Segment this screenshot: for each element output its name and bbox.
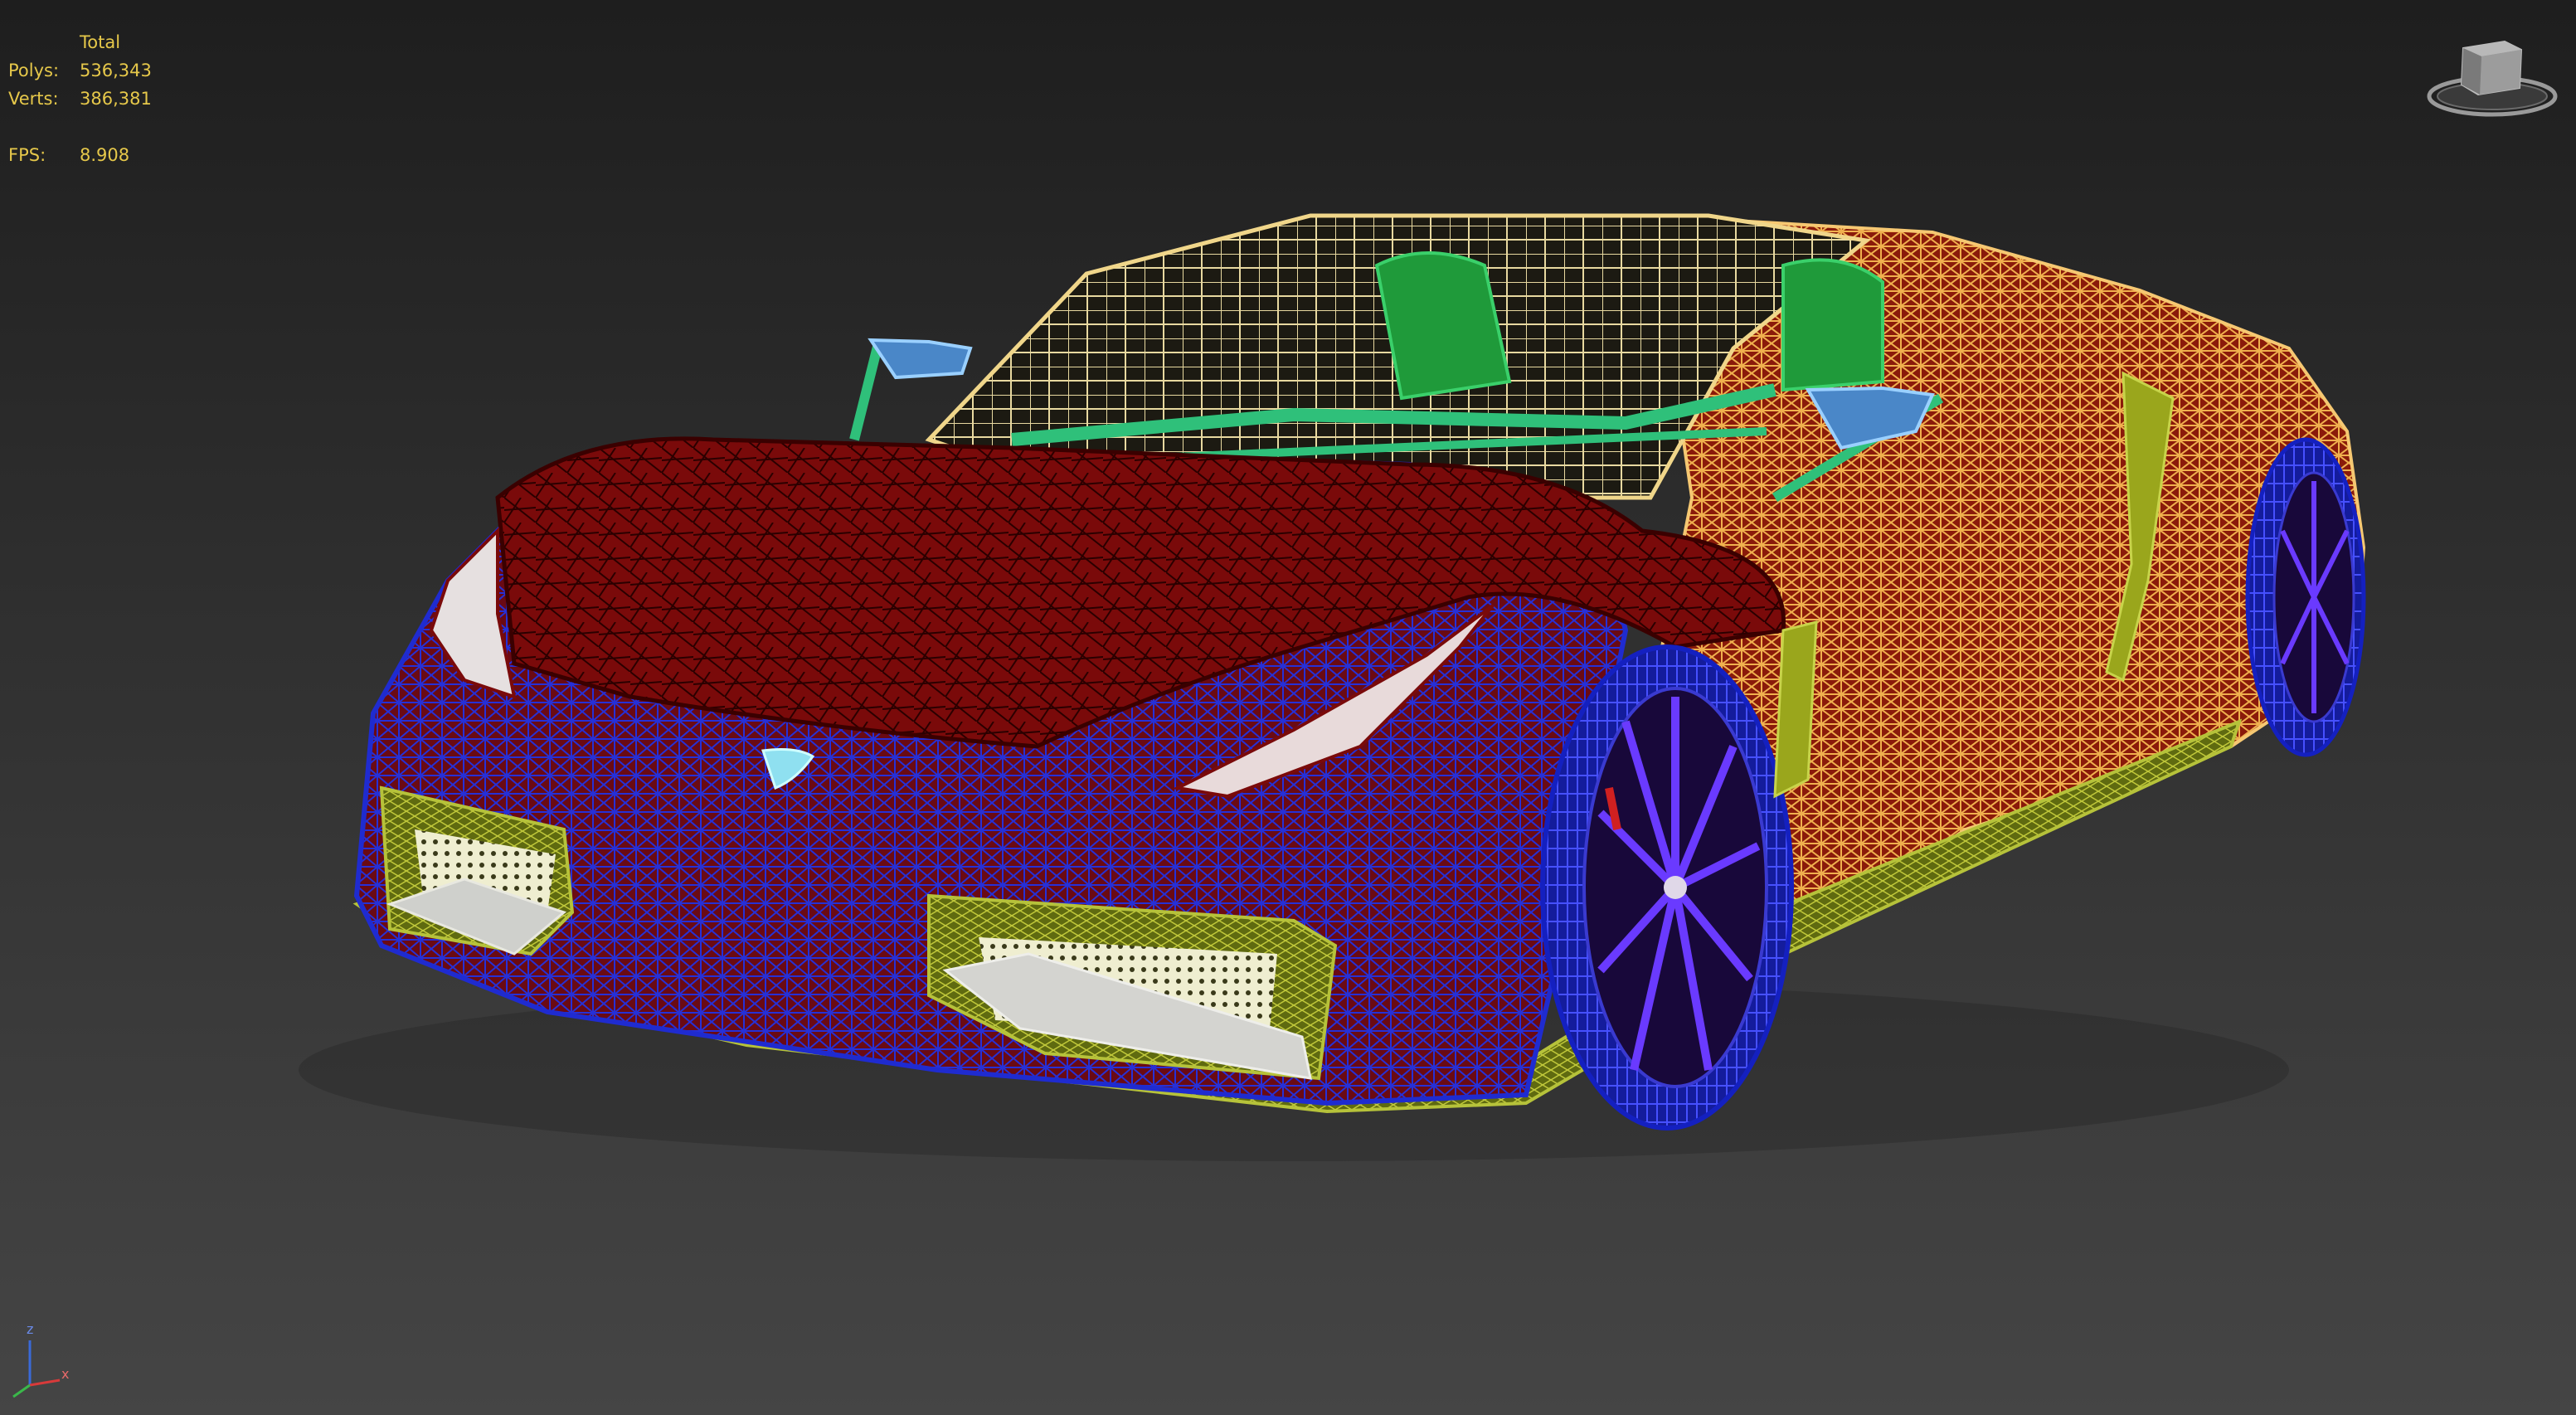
stats-polys-row: Polys: 536,343 bbox=[8, 56, 152, 85]
viewport-statistics: Total Polys: 536,343 Verts: 386,381 FPS:… bbox=[8, 28, 152, 169]
stats-header-row: Total bbox=[8, 28, 152, 56]
axis-tripod-icon: z x bbox=[12, 1321, 69, 1398]
stats-verts-row: Verts: 386,381 bbox=[8, 85, 152, 113]
verts-value: 386,381 bbox=[80, 89, 152, 109]
car-wireframe-model[interactable] bbox=[0, 0, 2576, 1415]
stats-header: Total bbox=[80, 32, 121, 52]
axis-x-label: x bbox=[61, 1366, 69, 1382]
3d-viewport[interactable]: Total Polys: 536,343 Verts: 386,381 FPS:… bbox=[0, 0, 2576, 1415]
fps-value: 8.908 bbox=[80, 145, 130, 165]
axis-z-label: z bbox=[27, 1321, 33, 1337]
stats-fps-row: FPS: 8.908 bbox=[8, 141, 152, 169]
polys-value: 536,343 bbox=[80, 61, 152, 80]
viewcube-icon[interactable] bbox=[2422, 32, 2563, 123]
verts-label: Verts: bbox=[8, 89, 59, 109]
polys-label: Polys: bbox=[8, 61, 60, 80]
fps-label: FPS: bbox=[8, 145, 46, 165]
